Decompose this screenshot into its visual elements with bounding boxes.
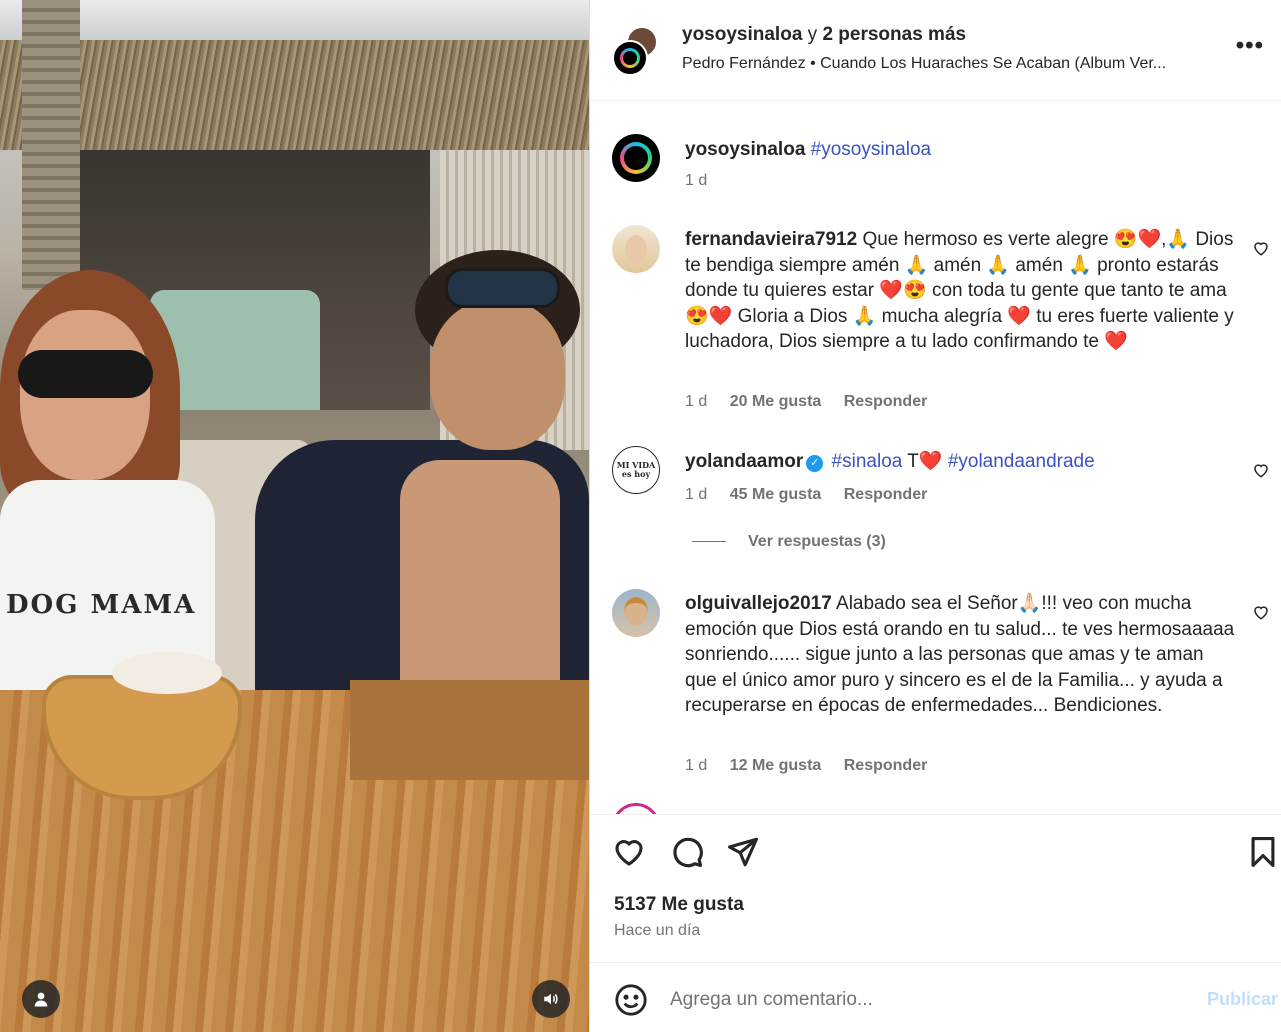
paper-plane-icon (727, 837, 759, 867)
share-button[interactable] (726, 835, 760, 869)
heart-icon (1254, 464, 1268, 478)
comment-likes[interactable]: 45 Me gusta (730, 486, 822, 503)
post-actions: 5137 Me gusta Hace un día (590, 814, 1281, 962)
publish-button[interactable]: Publicar (1207, 989, 1278, 1010)
palm-trunk (22, 0, 80, 290)
caption-meta: 1 d (685, 172, 725, 190)
post-media-video[interactable]: DOG MAMA (0, 0, 589, 1032)
verified-badge-icon: ✓ (806, 455, 824, 472)
comment-meta: 1 d 20 Me gusta Responder (685, 393, 945, 411)
coconut-flesh (112, 652, 222, 694)
view-replies-label: Ver respuestas (3) (748, 533, 886, 550)
heart-icon (1254, 242, 1268, 256)
view-replies-button[interactable]: Ver respuestas (3) (692, 533, 886, 551)
reply-button[interactable]: Responder (844, 393, 928, 410)
comment-username[interactable]: olguivallejo2017 (685, 593, 832, 614)
like-button[interactable] (612, 835, 646, 869)
author-avatar[interactable] (612, 40, 648, 76)
caption-time: 1 d (685, 172, 708, 189)
likes-count[interactable]: 5137 Me gusta (614, 894, 744, 916)
heart-icon (1254, 606, 1268, 620)
comment-like-button[interactable] (1252, 239, 1270, 257)
comment-like-button[interactable] (1252, 461, 1270, 479)
logo-ring (620, 142, 652, 174)
commenter-avatar[interactable] (612, 225, 660, 273)
comment-content: T❤️ (907, 451, 943, 472)
caption-avatar[interactable] (612, 134, 660, 182)
building-background (0, 0, 589, 42)
commenter-avatar[interactable]: MI VIDA es hoy (612, 446, 660, 494)
caption-hashtag[interactable]: #yosoysinaloa (811, 139, 931, 160)
comment-hashtag[interactable]: #sinaloa (832, 451, 903, 472)
author-avatars[interactable] (612, 26, 658, 76)
man-face (430, 300, 565, 450)
comment-text: olguivallejo2017 Alabado sea el Señor🙏🏻!… (685, 591, 1240, 719)
post-authors: yosoysinaloa y 2 personas más (682, 24, 966, 46)
thatched-roof (0, 40, 589, 150)
bookmark-icon (1251, 836, 1275, 868)
caption-username[interactable]: yosoysinaloa (685, 139, 805, 160)
next-commenter-avatar[interactable] (612, 803, 660, 814)
comment-text: fernandavieira7912 Que hermoso es verte … (685, 227, 1240, 355)
comment-time: 1 d (685, 757, 708, 774)
comment-meta: 1 d 12 Me gusta Responder (685, 757, 945, 775)
comment-username[interactable]: yolandaamor (685, 451, 803, 472)
comment-meta: 1 d 45 Me gusta Responder (685, 486, 945, 504)
audio-toggle-button[interactable] (532, 980, 570, 1018)
comment-time: 1 d (685, 486, 708, 503)
heart-icon (615, 840, 643, 866)
reply-button[interactable]: Responder (844, 486, 928, 503)
author-username[interactable]: yosoysinaloa (682, 24, 802, 45)
comment-hashtag[interactable]: #yolandaandrade (948, 451, 1095, 472)
post-side-panel: yosoysinaloa y 2 personas más Pedro Fern… (589, 0, 1281, 1032)
commenter-avatar[interactable] (612, 589, 660, 637)
comment-like-button[interactable] (1252, 603, 1270, 621)
comments-list[interactable]: yosoysinaloa #yosoysinaloa 1 d fernandav… (590, 101, 1281, 814)
comment-bubble-icon (673, 837, 703, 868)
comment-time: 1 d (685, 393, 708, 410)
emoji-picker-button[interactable] (614, 983, 648, 1017)
shirt-print: DOG MAMA (6, 590, 197, 620)
audio-track-link[interactable]: Pedro Fernández • Cuando Los Huaraches S… (682, 55, 1227, 73)
man-sunglasses (445, 268, 560, 308)
comment-likes[interactable]: 12 Me gusta (730, 757, 822, 774)
comment-text: yolandaamor ✓ #sinaloa T❤️ #yolandaandrad… (685, 449, 1240, 475)
more-options-button[interactable]: ••• (1236, 34, 1264, 58)
other-authors-link[interactable]: 2 personas más (822, 24, 966, 45)
wooden-table-back (350, 680, 589, 780)
emoji-smile-icon (615, 984, 647, 1016)
post-time: Hace un día (614, 922, 701, 939)
tagged-users-button[interactable] (22, 980, 60, 1018)
caption-text: yosoysinaloa #yosoysinaloa (685, 137, 1240, 163)
logo-center (624, 146, 648, 170)
speaker-icon (544, 993, 558, 1005)
man-chest (400, 460, 560, 710)
reply-button[interactable]: Responder (844, 757, 928, 774)
replies-divider (692, 541, 726, 543)
user-icon (34, 992, 48, 1007)
save-button[interactable] (1246, 835, 1280, 869)
avatar-face (624, 597, 648, 625)
post-header: yosoysinaloa y 2 personas más Pedro Fern… (590, 0, 1281, 101)
comment-button[interactable] (670, 835, 704, 869)
comment-username[interactable]: fernandavieira7912 (685, 229, 857, 250)
authors-connector: y (807, 24, 818, 45)
comment-composer: Publicar (590, 962, 1281, 1032)
logo-ring (620, 48, 640, 68)
sunglasses (18, 350, 153, 398)
avatar-face (625, 235, 647, 263)
comment-input[interactable] (670, 983, 1190, 1017)
comment-likes[interactable]: 20 Me gusta (730, 393, 822, 410)
